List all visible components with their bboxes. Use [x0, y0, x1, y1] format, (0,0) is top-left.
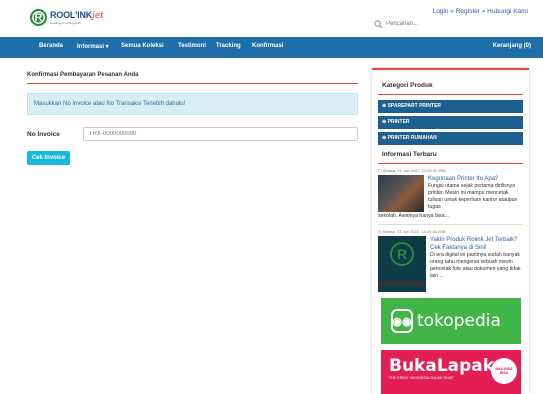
- invoice-input[interactable]: [83, 127, 358, 141]
- top-links: Login » Register » Hubungi Kami: [433, 8, 528, 15]
- login-link[interactable]: Login: [433, 8, 449, 15]
- brand-name: ROOL'INK: [50, 9, 93, 20]
- category-printer-rumahan[interactable]: ⊕ PRINTER RUMAHAN: [378, 132, 523, 145]
- logo-r-icon: R: [30, 9, 47, 26]
- article-body: R Yakin Produk Rolink Jet Terbaik? Cek F…: [378, 236, 523, 292]
- header: R ROOL'INKjet Leading in printing tech L…: [0, 0, 543, 36]
- article-thumbnail[interactable]: [378, 175, 424, 212]
- article-excerpt: Fungsi utama sejak pertama dirilisnya pr…: [428, 183, 518, 211]
- nav-semua-koleksi[interactable]: Semua Koleksi: [121, 43, 164, 49]
- search-icon[interactable]: [374, 19, 383, 29]
- bukalapak-banner[interactable]: BukaLapak THE GREAT INDONESIA ONLINE SHO…: [381, 350, 521, 394]
- article-excerpt-tail: sekolah. Awalnya hanya bisa...: [378, 213, 449, 219]
- divider: [378, 94, 523, 95]
- article-thumbnail[interactable]: R: [378, 236, 426, 292]
- category-sparepart-printer[interactable]: ⊕ SPAREPART PRINTER: [378, 100, 523, 113]
- article-body: Kegunaan Printer Itu Apa? Fungsi utama s…: [378, 175, 523, 212]
- categories-heading: Kategori Produk: [382, 82, 433, 89]
- invoice-form-row: No Invoice: [27, 127, 358, 141]
- brand-text: ROOL'INKjet Leading in printing tech: [50, 9, 104, 25]
- bukalapak-badge: MAU BISA BISA: [491, 358, 517, 384]
- page-title: Konfirmasi Pembayaran Pesanan Anda: [27, 72, 358, 84]
- nav-informasi[interactable]: Informasi ▾: [77, 43, 109, 50]
- main-navbar: Beranda Informasi ▾ Semua Koleksi Testim…: [0, 37, 543, 58]
- brand-logo[interactable]: R ROOL'INKjet Leading in printing tech: [30, 9, 104, 26]
- sidebar: Kategori Produk ⊕ SPAREPART PRINTER ⊕ PR…: [372, 68, 529, 394]
- tokopedia-banner[interactable]: ◉◉ tokopedia: [381, 298, 521, 344]
- tokopedia-label: tokopedia: [417, 311, 501, 331]
- article-title[interactable]: Kegunaan Printer Itu Apa?: [428, 175, 523, 183]
- brand-suffix: jet: [92, 10, 104, 21]
- logo-r-icon: R: [390, 242, 414, 266]
- article-title[interactable]: Yakin Produk Rolink Jet Terbaik? Cek Fak…: [430, 236, 523, 252]
- nav-tracking[interactable]: Tracking: [216, 43, 241, 49]
- article-excerpt: Di era digital ini pastinya sudah banyak…: [430, 252, 521, 280]
- link-separator: »: [448, 8, 456, 15]
- latest-info-heading: Informasi Terbaru: [382, 151, 437, 158]
- check-invoice-button[interactable]: Cek Invoice: [27, 151, 70, 165]
- main-content: Konfirmasi Pembayaran Pesanan Anda Masuk…: [27, 72, 358, 165]
- nav-testimoni[interactable]: Testimoni: [178, 43, 206, 49]
- article-date: ◷ Selasa, 21 Jun 2022, 14:14:34 WIB: [378, 229, 523, 234]
- invoice-label: No Invoice: [27, 130, 60, 138]
- tokopedia-bag-icon: ◉◉: [391, 309, 413, 333]
- nav-beranda[interactable]: Beranda: [39, 43, 63, 49]
- search-bar: [374, 18, 439, 30]
- divider: [378, 224, 523, 225]
- article-date: ▢ Selasa, 21 Jun 2022, 14:09:32 WIB: [378, 168, 523, 173]
- article-date-text: Selasa, 21 Jun 2022, 14:14:34 WIB: [382, 229, 446, 234]
- contact-link[interactable]: Hubungi Kami: [487, 8, 528, 15]
- search-input[interactable]: [386, 21, 438, 27]
- info-alert: Masukkan No Invoice atau No Transaksi Te…: [27, 93, 358, 115]
- article-item[interactable]: ▢ Selasa, 21 Jun 2022, 14:09:32 WIB Kegu…: [378, 168, 523, 219]
- divider: [378, 163, 523, 164]
- article-item[interactable]: ◷ Selasa, 21 Jun 2022, 14:14:34 WIB R Ya…: [378, 229, 523, 292]
- cart-link[interactable]: Keranjang (0): [493, 43, 531, 49]
- nav-konfirmasi[interactable]: Konfirmasi: [252, 43, 283, 49]
- article-text: Yakin Produk Rolink Jet Terbaik? Cek Fak…: [430, 236, 523, 292]
- category-printer[interactable]: ⊕ PRINTER: [378, 116, 523, 129]
- register-link[interactable]: Register: [456, 8, 480, 15]
- brand-tagline: Leading in printing tech: [50, 20, 82, 25]
- thumbnail-bar: [378, 281, 426, 286]
- article-text: Kegunaan Printer Itu Apa? Fungsi utama s…: [428, 175, 523, 212]
- article-date-text: Selasa, 21 Jun 2022, 14:09:32 WIB: [382, 168, 446, 173]
